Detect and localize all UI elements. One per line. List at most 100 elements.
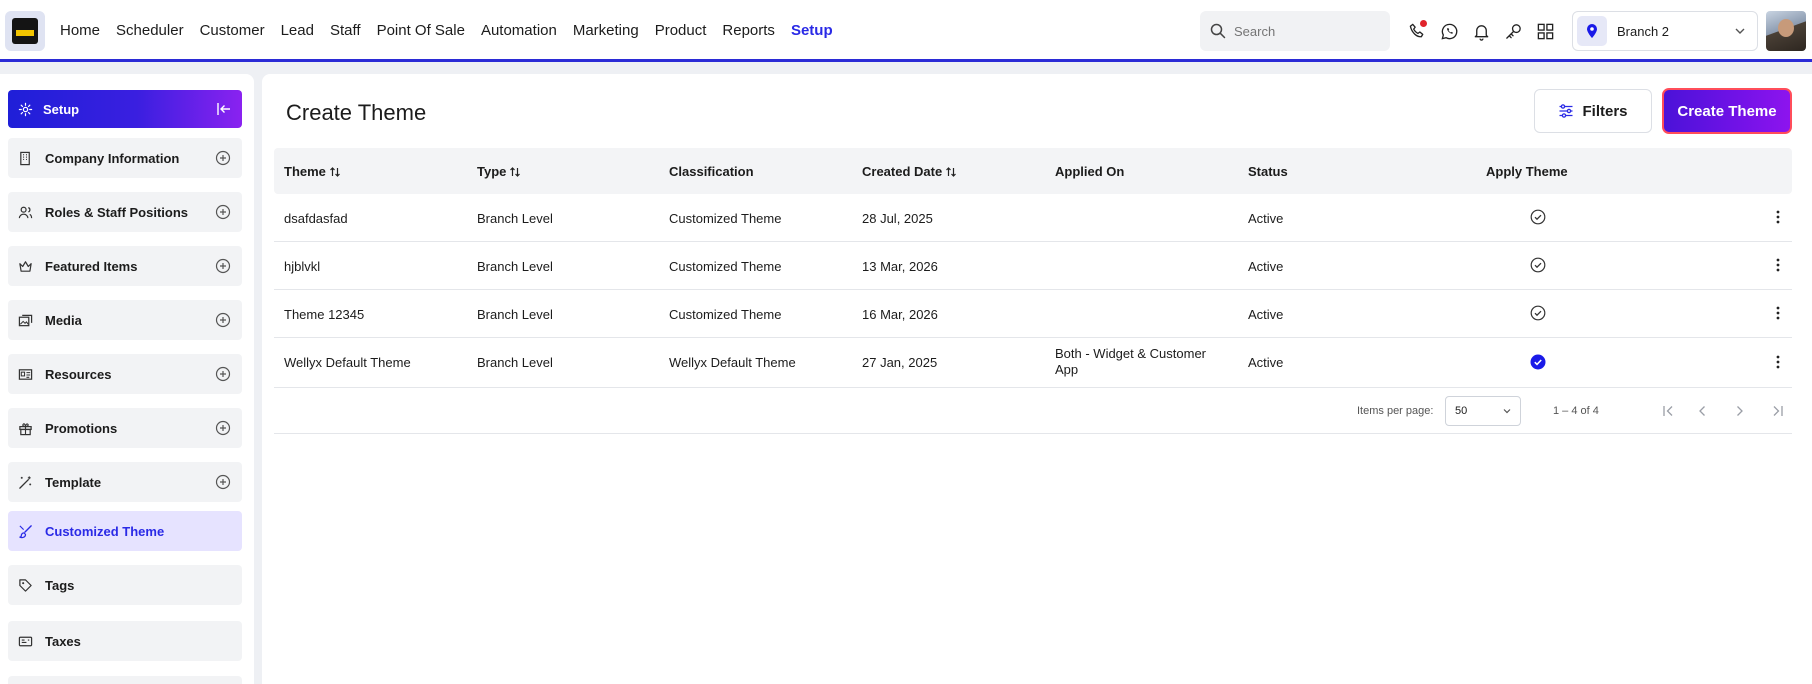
items-per-page-value: 50 xyxy=(1455,405,1468,417)
app-logo[interactable] xyxy=(5,11,45,51)
column-header-status: Status xyxy=(1248,164,1288,179)
filters-button[interactable]: Filters xyxy=(1534,89,1652,133)
receipt-icon xyxy=(18,636,33,646)
sidebar-item-label: Template xyxy=(45,474,102,490)
crown-icon xyxy=(19,260,32,272)
cell-type: Branch Level xyxy=(477,307,553,322)
top-navigation-bar: Home Scheduler Customer Lead Staff Point… xyxy=(0,0,1812,62)
sidebar-item-label: Tags xyxy=(45,577,75,593)
cell-classification: Wellyx Default Theme xyxy=(669,355,796,370)
pagination-bar: Items per page: 50 1 – 4 of 4 xyxy=(274,388,1792,434)
notification-dot xyxy=(1420,20,1427,27)
apps-grid-icon[interactable] xyxy=(1534,20,1556,42)
page-title: Create Theme xyxy=(286,100,427,125)
sidebar-item-company-information[interactable]: Company Information xyxy=(8,138,242,178)
expand-plus-icon[interactable] xyxy=(215,420,231,436)
brush-icon xyxy=(19,524,32,538)
key-icon[interactable] xyxy=(1502,20,1524,42)
header-actions xyxy=(1406,20,1556,42)
next-page-icon[interactable] xyxy=(1732,403,1748,419)
sort-icon xyxy=(946,166,957,177)
column-header-theme[interactable]: Theme xyxy=(284,164,341,179)
cell-theme: dsafdasfad xyxy=(284,211,348,226)
sidebar-item-label: Promotions xyxy=(45,420,118,436)
cell-type: Branch Level xyxy=(477,355,553,370)
chevron-down-icon xyxy=(1735,28,1745,34)
page-range: 1 – 4 of 4 xyxy=(1553,405,1599,417)
main-panel: Create Theme Filters Create Theme Theme … xyxy=(262,74,1812,684)
nav-point-of-sale[interactable]: Point Of Sale xyxy=(377,22,465,39)
expand-plus-icon[interactable] xyxy=(215,366,231,382)
search-input[interactable] xyxy=(1234,23,1374,39)
nav-automation[interactable]: Automation xyxy=(481,22,557,39)
whatsapp-icon[interactable] xyxy=(1438,20,1460,42)
table-row: hjblvkl Branch Level Customized Theme 13… xyxy=(274,242,1792,290)
sidebar-item-next[interactable] xyxy=(8,676,242,684)
apply-theme-check-icon[interactable] xyxy=(1530,209,1546,225)
items-per-page-select[interactable]: 50 xyxy=(1445,396,1521,426)
column-header-type[interactable]: Type xyxy=(477,164,521,179)
applied-check-icon[interactable] xyxy=(1530,354,1546,370)
sidebar-item-resources[interactable]: Resources xyxy=(8,354,242,394)
setup-sidebar: Setup Company Information Roles & Staff … xyxy=(0,74,254,684)
table-row: Wellyx Default Theme Branch Level Wellyx… xyxy=(274,338,1792,388)
column-label: Theme xyxy=(284,164,326,179)
nav-customer[interactable]: Customer xyxy=(200,22,265,39)
expand-plus-icon[interactable] xyxy=(215,150,231,166)
user-avatar[interactable] xyxy=(1766,11,1806,51)
more-options-icon[interactable] xyxy=(1770,257,1786,273)
nav-marketing[interactable]: Marketing xyxy=(573,22,639,39)
sliders-icon xyxy=(1559,104,1573,118)
column-header-created-date[interactable]: Created Date xyxy=(862,164,957,179)
sidebar-item-customized-theme[interactable]: Customized Theme xyxy=(8,511,242,551)
more-options-icon[interactable] xyxy=(1770,354,1786,370)
last-page-icon[interactable] xyxy=(1770,403,1786,419)
cell-created-date: 13 Mar, 2026 xyxy=(862,259,938,274)
search-box[interactable] xyxy=(1200,11,1390,51)
cell-type: Branch Level xyxy=(477,211,553,226)
expand-plus-icon[interactable] xyxy=(215,312,231,328)
filters-label: Filters xyxy=(1582,102,1628,120)
cell-created-date: 27 Jan, 2025 xyxy=(862,355,938,370)
images-icon xyxy=(18,314,33,326)
nav-scheduler[interactable]: Scheduler xyxy=(116,22,184,39)
sidebar-item-roles-staff-positions[interactable]: Roles & Staff Positions xyxy=(8,192,242,232)
phone-icon[interactable] xyxy=(1406,20,1428,42)
search-icon xyxy=(1210,23,1226,39)
column-label: Status xyxy=(1248,164,1288,179)
apply-theme-check-icon[interactable] xyxy=(1530,257,1546,273)
branch-selector[interactable]: Branch 2 xyxy=(1572,11,1758,51)
collapse-sidebar-icon[interactable] xyxy=(216,101,232,117)
sidebar-item-media[interactable]: Media xyxy=(8,300,242,340)
first-page-icon[interactable] xyxy=(1660,403,1676,419)
nav-product[interactable]: Product xyxy=(655,22,707,39)
expand-plus-icon[interactable] xyxy=(215,474,231,490)
expand-plus-icon[interactable] xyxy=(215,258,231,274)
table-row: Theme 12345 Branch Level Customized Them… xyxy=(274,290,1792,338)
previous-page-icon[interactable] xyxy=(1694,403,1710,419)
nav-setup[interactable]: Setup xyxy=(791,22,833,39)
more-options-icon[interactable] xyxy=(1770,305,1786,321)
cell-status: Active xyxy=(1248,211,1284,226)
cell-classification: Customized Theme xyxy=(669,307,782,322)
nav-reports[interactable]: Reports xyxy=(722,22,775,39)
bell-icon[interactable] xyxy=(1470,20,1492,42)
expand-plus-icon[interactable] xyxy=(215,204,231,220)
magic-wand-icon xyxy=(19,475,32,489)
sidebar-item-promotions[interactable]: Promotions xyxy=(8,408,242,448)
location-pin-icon xyxy=(1577,16,1607,46)
apply-theme-check-icon[interactable] xyxy=(1530,305,1546,321)
nav-lead[interactable]: Lead xyxy=(281,22,314,39)
gift-icon xyxy=(19,422,32,435)
sidebar-item-taxes[interactable]: Taxes xyxy=(8,621,242,661)
column-label: Created Date xyxy=(862,164,943,179)
sidebar-item-featured-items[interactable]: Featured Items xyxy=(8,246,242,286)
sidebar-item-tags[interactable]: Tags xyxy=(8,565,242,605)
sidebar-item-template[interactable]: Template xyxy=(8,462,242,502)
more-options-icon[interactable] xyxy=(1770,209,1786,225)
cell-created-date: 28 Jul, 2025 xyxy=(862,211,933,226)
create-theme-button[interactable]: Create Theme xyxy=(1662,88,1792,134)
nav-home[interactable]: Home xyxy=(60,22,100,39)
nav-staff[interactable]: Staff xyxy=(330,22,361,39)
sidebar-item-label: Featured Items xyxy=(45,258,138,274)
